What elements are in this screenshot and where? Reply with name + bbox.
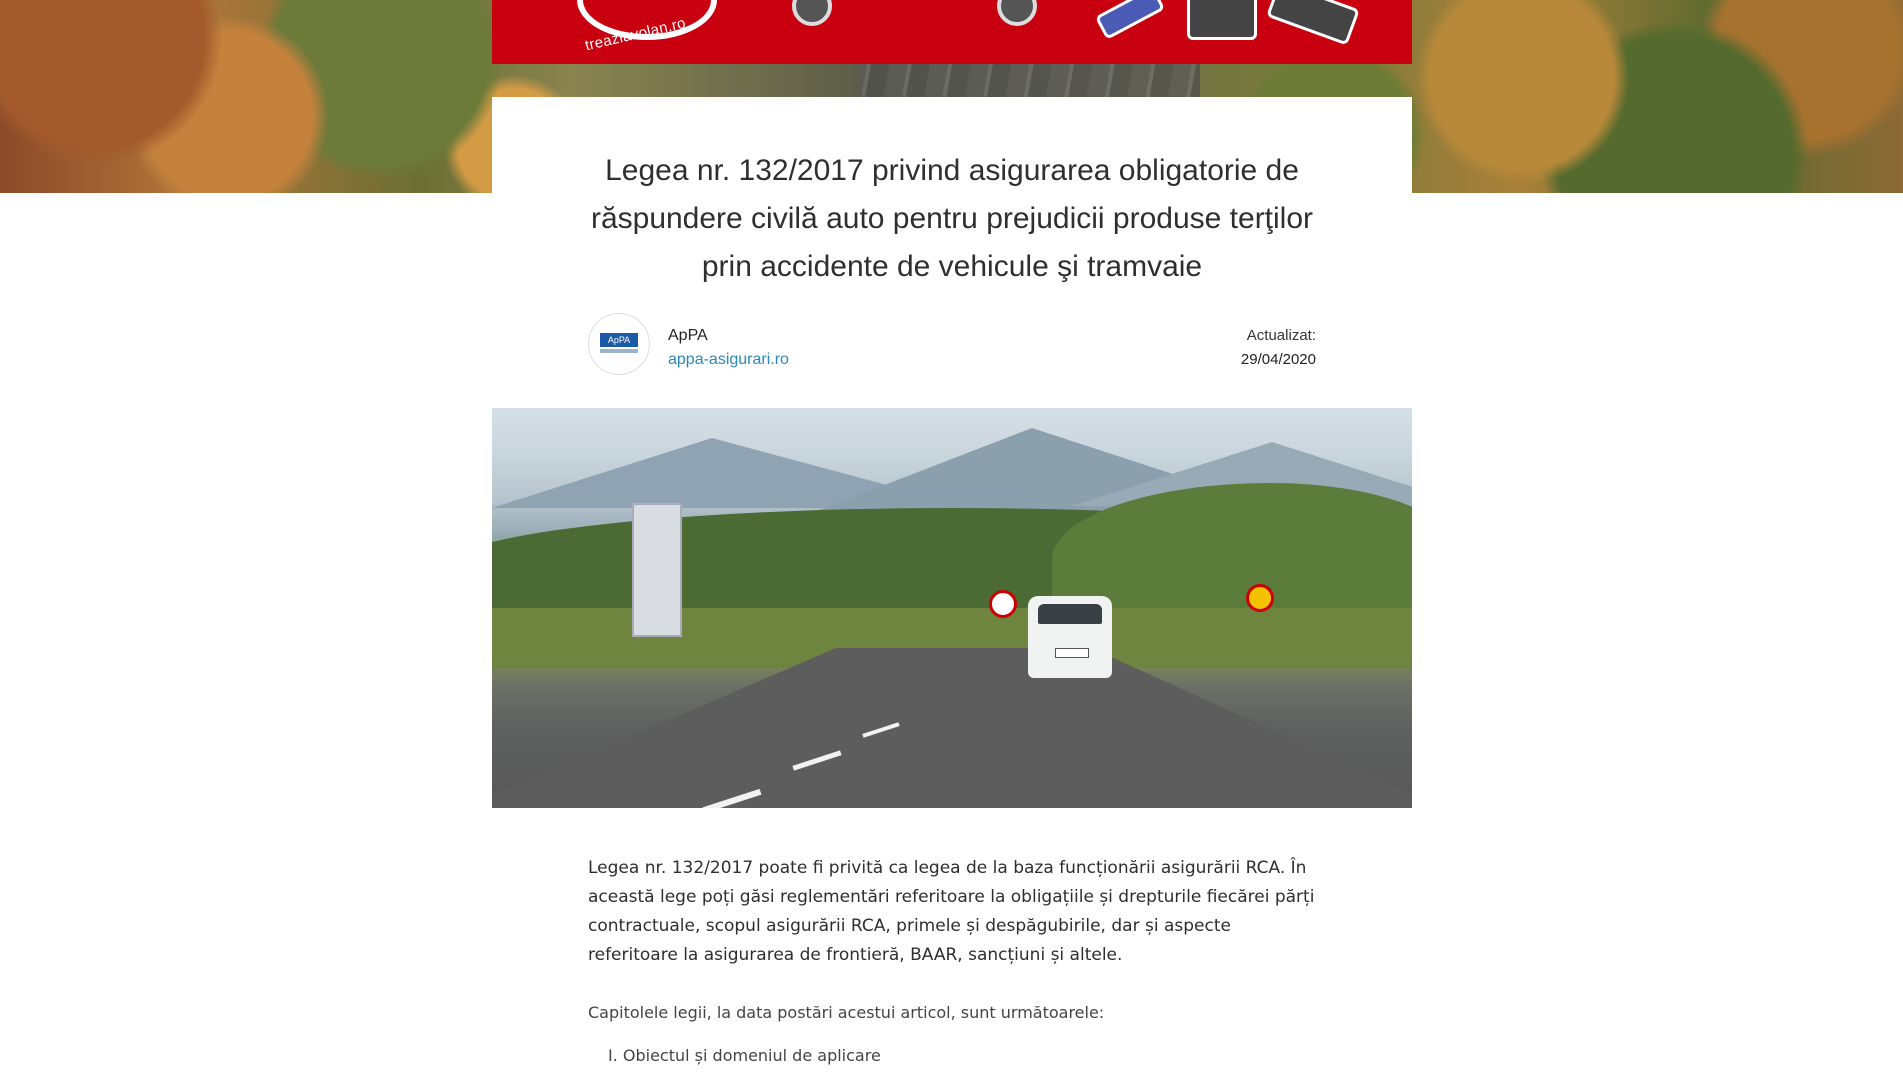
fuel-price-sign [632, 503, 682, 637]
wheel-icon [792, 0, 832, 26]
author-name: ApPA [668, 327, 708, 344]
article-intro: Legea nr. 132/2017 poate fi privită ca l… [588, 858, 1315, 965]
site-banner[interactable]: treazlavolan.ro [492, 0, 1412, 64]
avatar-logo-subline [600, 349, 638, 353]
speed-limit-sign [989, 590, 1017, 618]
stamp-icon [1187, 0, 1257, 40]
chapter-list: I. Obiectul și domeniul de aplicare [608, 1044, 881, 1068]
pen-icon [1094, 0, 1166, 40]
car-plate [1055, 648, 1089, 658]
updated-label: Actualizat: [1246, 327, 1316, 344]
chapters-intro: Capitolele legii, la data postări acestu… [588, 1003, 1105, 1022]
article-card: Legea nr. 132/2017 privind asigurarea ob… [492, 97, 1412, 1080]
avatar-logo-text: ApPA [600, 333, 638, 347]
wheel-icon [997, 0, 1037, 26]
stamp-icon [1266, 0, 1360, 46]
speed-limit-sign [1246, 584, 1274, 612]
author-website-link[interactable]: appa-asigurari.ro [668, 351, 789, 369]
road-shape [492, 648, 1412, 808]
article-title: Legea nr. 132/2017 privind asigurarea ob… [590, 154, 1314, 283]
car-window [1038, 604, 1102, 624]
featured-image [492, 408, 1412, 808]
car-shape [1028, 596, 1112, 678]
list-item: I. Obiectul și domeniul de aplicare [608, 1046, 881, 1065]
updated-date: 29/04/2020 [1240, 351, 1316, 368]
author-avatar[interactable]: ApPA [588, 313, 650, 375]
